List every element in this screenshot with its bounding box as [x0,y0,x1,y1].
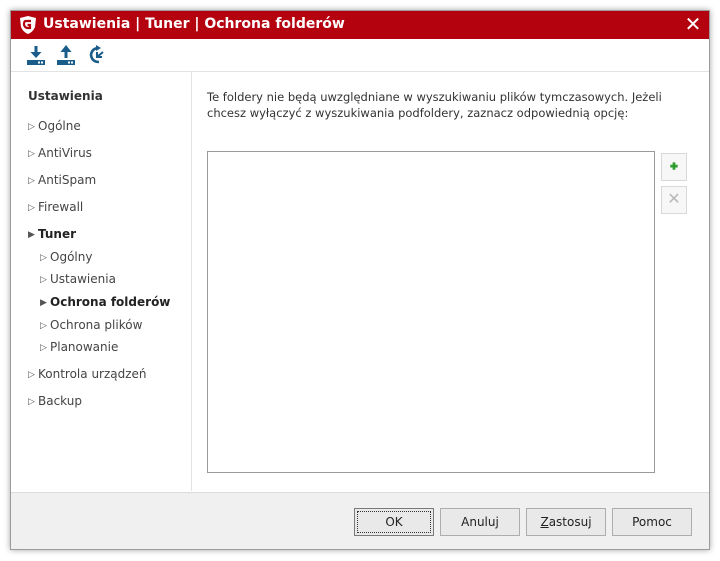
title-bar: Ustawienia | Tuner | Ochrona folderów ✕ [11,11,709,39]
nav-item-antivirus[interactable]: ▷ AntiVirus [28,146,92,164]
add-folder-button[interactable] [661,153,687,181]
description-text: Te foldery nie będą uwzględniane w wyszu… [207,90,662,120]
import-icon [27,46,45,65]
nav-item-label: Ogólny [50,250,93,264]
cancel-button[interactable]: Anuluj [440,508,520,536]
expand-arrow-icon: ▷ [40,343,47,353]
nav-item-label: AntiVirus [38,146,92,160]
selected-arrow-icon: ▶ [40,298,47,308]
restore-defaults-icon [89,45,104,64]
toolbar [11,39,709,71]
nav-item-label: Ogólne [38,119,81,133]
remove-folder-button[interactable]: ✕ [661,186,687,214]
nav-item-label: Kontrola urządzeń [38,367,147,381]
expand-arrow-icon: ▷ [28,370,35,380]
expand-arrow-icon: ▷ [40,253,47,263]
nav-item-label: Planowanie [50,340,119,354]
import-button[interactable] [25,43,47,67]
expanded-arrow-icon: ▶ [28,230,35,240]
apply-button[interactable]: Zastosuj [526,508,606,536]
nav-item-label: Ochrona plików [50,318,143,332]
nav-item-tuner[interactable]: ▶ Tuner [28,227,76,245]
apply-label: astosuj [548,515,592,529]
ok-button[interactable]: OK [354,508,434,536]
nav-item-tuner-ustawienia[interactable]: ▷ Ustawienia [40,272,116,290]
nav-item-label: Firewall [38,200,84,214]
settings-dialog: Ustawienia | Tuner | Ochrona folderów ✕ [10,10,710,550]
add-icon [670,162,678,170]
expand-arrow-icon: ▷ [28,176,35,186]
nav-item-antispam[interactable]: ▷ AntiSpam [28,173,96,191]
nav-item-firewall[interactable]: ▷ Firewall [28,200,83,218]
expand-arrow-icon: ▷ [28,149,35,159]
expand-arrow-icon: ▷ [28,122,35,132]
remove-icon: ✕ [667,191,681,208]
nav-item-ochrona-plikow[interactable]: ▷ Ochrona plików [40,318,142,336]
excluded-folders-list[interactable] [207,151,655,473]
expand-arrow-icon: ▷ [28,397,35,407]
window-title: Ustawienia | Tuner | Ochrona folderów [43,16,345,32]
export-button[interactable] [55,43,77,67]
content-panel: Te foldery nie będą uwzględniane w wyszu… [193,72,709,491]
dialog-footer: OK Anuluj Zastosuj Pomoc [11,492,709,549]
nav-item-planowanie[interactable]: ▷ Planowanie [40,340,118,358]
nav-item-backup[interactable]: ▷ Backup [28,394,82,412]
close-button[interactable]: ✕ [681,13,705,37]
apply-mnemonic: Z [540,515,549,529]
export-icon [57,45,75,65]
expand-arrow-icon: ▷ [40,321,47,331]
sidebar-heading: Ustawienia [28,89,103,103]
nav-item-label: Backup [38,394,82,408]
nav-item-label: Ustawienia [50,272,116,286]
nav-item-ochrona-folderow[interactable]: ▶ Ochrona folderów [40,295,170,313]
expand-arrow-icon: ▷ [40,275,47,285]
nav-item-label: Ochrona folderów [50,295,171,309]
nav-item-tuner-ogolny[interactable]: ▷ Ogólny [40,250,92,268]
settings-navigation: Ustawienia ▷ Ogólne ▷ AntiVirus ▷ AntiSpam … [11,72,192,491]
nav-item-kontrola-urzadzen[interactable]: ▷ Kontrola urządzeń [28,367,147,385]
expand-arrow-icon: ▷ [28,203,35,213]
nav-item-label: Tuner [38,227,77,241]
gdata-logo-icon [19,15,37,35]
nav-item-ogolne[interactable]: ▷ Ogólne [28,119,81,137]
help-button[interactable]: Pomoc [612,508,692,536]
restore-defaults-button[interactable] [85,43,107,67]
nav-item-label: AntiSpam [38,173,97,187]
